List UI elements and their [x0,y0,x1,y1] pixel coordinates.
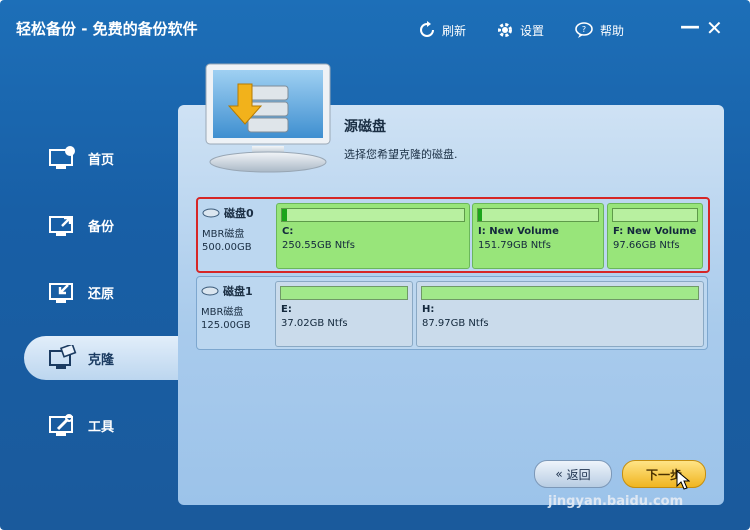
disk-name-label: 磁盘1 [223,285,253,298]
disk-name: 磁盘0 [202,205,276,221]
clone-icon [49,345,77,369]
refresh-button[interactable]: 刷新 [418,21,466,39]
usage-bar [477,208,599,222]
disk-row-0[interactable]: 磁盘0 MBR磁盘 500.00GB C: 250.55GB Ntfs I: N… [196,197,710,273]
app-window: 轻松备份 - 免费的备份软件 刷新 设置 ? 帮助 — ✕ 首页 备份 还原 克… [0,0,750,530]
disk-info: 磁盘0 MBR磁盘 500.00GB [202,201,276,267]
partition-letter: E: [281,304,292,315]
sidebar-item-tools[interactable]: 工具 [24,403,180,447]
partition-f[interactable]: F: New Volume 97.66GB Ntfs [607,203,703,269]
partition-h[interactable]: H: 87.97GB Ntfs [416,281,704,347]
sidebar-item-clone[interactable]: 克隆 [24,336,180,380]
partition-size: 37.02GB Ntfs [281,318,348,329]
home-icon [49,146,75,169]
settings-label: 设置 [520,23,545,38]
partition-e[interactable]: E: 37.02GB Ntfs [275,281,413,347]
disk-type: MBR磁盘 [202,229,245,240]
restore-icon [49,283,73,303]
disk-row-1[interactable]: 磁盘1 MBR磁盘 125.00GB E: 37.02GB Ntfs H: 87… [196,276,708,350]
sidebar-item-label: 还原 [88,286,115,302]
page-title: 源磁盘 [344,119,386,135]
partition-letter: H: [422,304,435,315]
usage-bar [280,286,408,300]
partition-size: 87.97GB Ntfs [422,318,489,329]
svg-text:?: ? [582,25,586,34]
partition-letter: F: New Volume [613,226,697,237]
app-title: 轻松备份 - 免费的备份软件 [16,20,198,38]
refresh-label: 刷新 [442,23,467,38]
sidebar-item-label: 首页 [88,152,115,168]
backup-icon [49,216,73,236]
disk-info: 磁盘1 MBR磁盘 125.00GB [201,279,275,345]
help-icon: ? [575,22,593,38]
refresh-icon [420,21,434,37]
usage-bar [421,286,699,300]
close-button[interactable]: ✕ [706,16,723,40]
mouse-cursor-icon [676,470,690,490]
back-button[interactable]: « 返回 [534,460,612,488]
tools-icon [49,414,73,436]
disk-icon [202,208,220,218]
settings-button[interactable]: 设置 [496,21,544,39]
usage-fill [282,209,288,221]
partition-letter: I: New Volume [478,226,559,237]
partition-size: 250.55GB Ntfs [282,240,355,251]
sidebar-item-label: 克隆 [88,352,115,368]
watermark: jingyan.baidu.com [548,494,684,509]
disk-name: 磁盘1 [201,283,275,299]
minimize-button[interactable]: — [680,14,700,38]
gear-icon [498,23,512,37]
disk-name-label: 磁盘0 [224,207,254,220]
partition-letter: C: [282,226,294,237]
usage-fill [478,209,482,221]
disk-icon [201,286,219,296]
partition-size: 151.79GB Ntfs [478,240,551,251]
partition-c[interactable]: C: 250.55GB Ntfs [276,203,470,269]
sidebar-item-home[interactable]: 首页 [24,136,180,180]
title-bar: 轻松备份 - 免费的备份软件 刷新 设置 ? 帮助 — ✕ [0,0,750,60]
disk-type: MBR磁盘 [201,307,244,318]
usage-bar [612,208,698,222]
sidebar-item-backup[interactable]: 备份 [24,203,180,247]
page-subtitle: 选择您希望克隆的磁盘. [344,148,458,161]
partition-i[interactable]: I: New Volume 151.79GB Ntfs [472,203,604,269]
partition-size: 97.66GB Ntfs [613,240,680,251]
sidebar-item-label: 备份 [88,219,115,235]
sidebar-item-label: 工具 [88,419,115,435]
help-label: 帮助 [600,23,625,38]
disk-size: 125.00GB [201,320,251,331]
next-button[interactable]: 下一步 [622,460,706,488]
help-button[interactable]: ? 帮助 [574,21,624,39]
usage-bar [281,208,465,222]
back-label: 返回 [566,467,591,482]
monitor-disk-icon [205,63,331,173]
double-chevron-left-icon: « [555,467,563,481]
disk-size: 500.00GB [202,242,252,253]
sidebar-item-restore[interactable]: 还原 [24,270,180,314]
